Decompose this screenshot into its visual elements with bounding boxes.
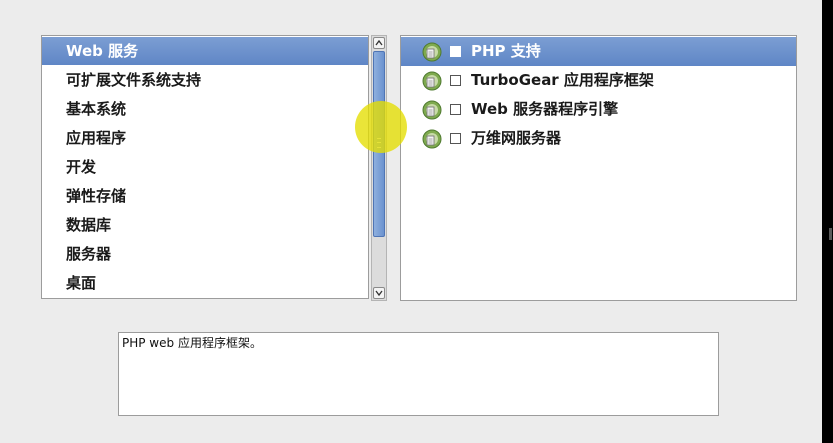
category-item-base-system[interactable]: 基本系统 (42, 95, 368, 123)
package-checkbox[interactable] (450, 104, 461, 115)
package-item-php-support[interactable]: PHP 支持 (401, 37, 796, 66)
category-item-servers[interactable]: 服务器 (42, 240, 368, 268)
package-group-icon (422, 42, 442, 62)
package-selection-window: Web 服务 可扩展文件系统支持 基本系统 应用程序 开发 弹性存储 数据库 服… (0, 0, 822, 443)
chevron-down-icon (375, 290, 383, 297)
package-label: Web 服务器程序引擎 (471, 100, 619, 118)
scroll-down-button[interactable] (373, 287, 385, 299)
category-list[interactable]: Web 服务 可扩展文件系统支持 基本系统 应用程序 开发 弹性存储 数据库 服… (41, 35, 369, 299)
window-edge-mark (829, 228, 832, 240)
description-text: PHP web 应用程序框架。 (122, 336, 262, 350)
package-group-icon (422, 71, 442, 91)
category-scrollbar[interactable] (371, 35, 387, 301)
cursor-highlight (355, 101, 407, 153)
package-checkbox[interactable] (450, 133, 461, 144)
package-description: PHP web 应用程序框架。 (118, 332, 719, 416)
package-group-icon (422, 100, 442, 120)
package-list[interactable]: PHP 支持 TurboGear 应用程序框架 Web 服务器程序引擎 万维网服… (400, 35, 797, 301)
package-item-web-server-engine[interactable]: Web 服务器程序引擎 (401, 95, 796, 124)
package-label: 万维网服务器 (471, 129, 562, 147)
package-checkbox[interactable] (450, 46, 461, 57)
package-item-turbogear[interactable]: TurboGear 应用程序框架 (401, 66, 796, 95)
package-label: PHP 支持 (471, 42, 541, 60)
package-item-www-server[interactable]: 万维网服务器 (401, 124, 796, 153)
category-item-scalable-filesystem[interactable]: 可扩展文件系统支持 (42, 66, 368, 94)
category-item-databases[interactable]: 数据库 (42, 211, 368, 239)
chevron-up-icon (375, 39, 383, 46)
scroll-up-button[interactable] (373, 37, 385, 49)
category-item-applications[interactable]: 应用程序 (42, 124, 368, 152)
category-item-web-services[interactable]: Web 服务 (42, 37, 368, 65)
package-group-icon (422, 129, 442, 149)
package-checkbox[interactable] (450, 75, 461, 86)
package-label: TurboGear 应用程序框架 (471, 71, 654, 89)
category-item-development[interactable]: 开发 (42, 153, 368, 181)
category-item-desktop[interactable]: 桌面 (42, 269, 368, 297)
category-item-resilient-storage[interactable]: 弹性存储 (42, 182, 368, 210)
